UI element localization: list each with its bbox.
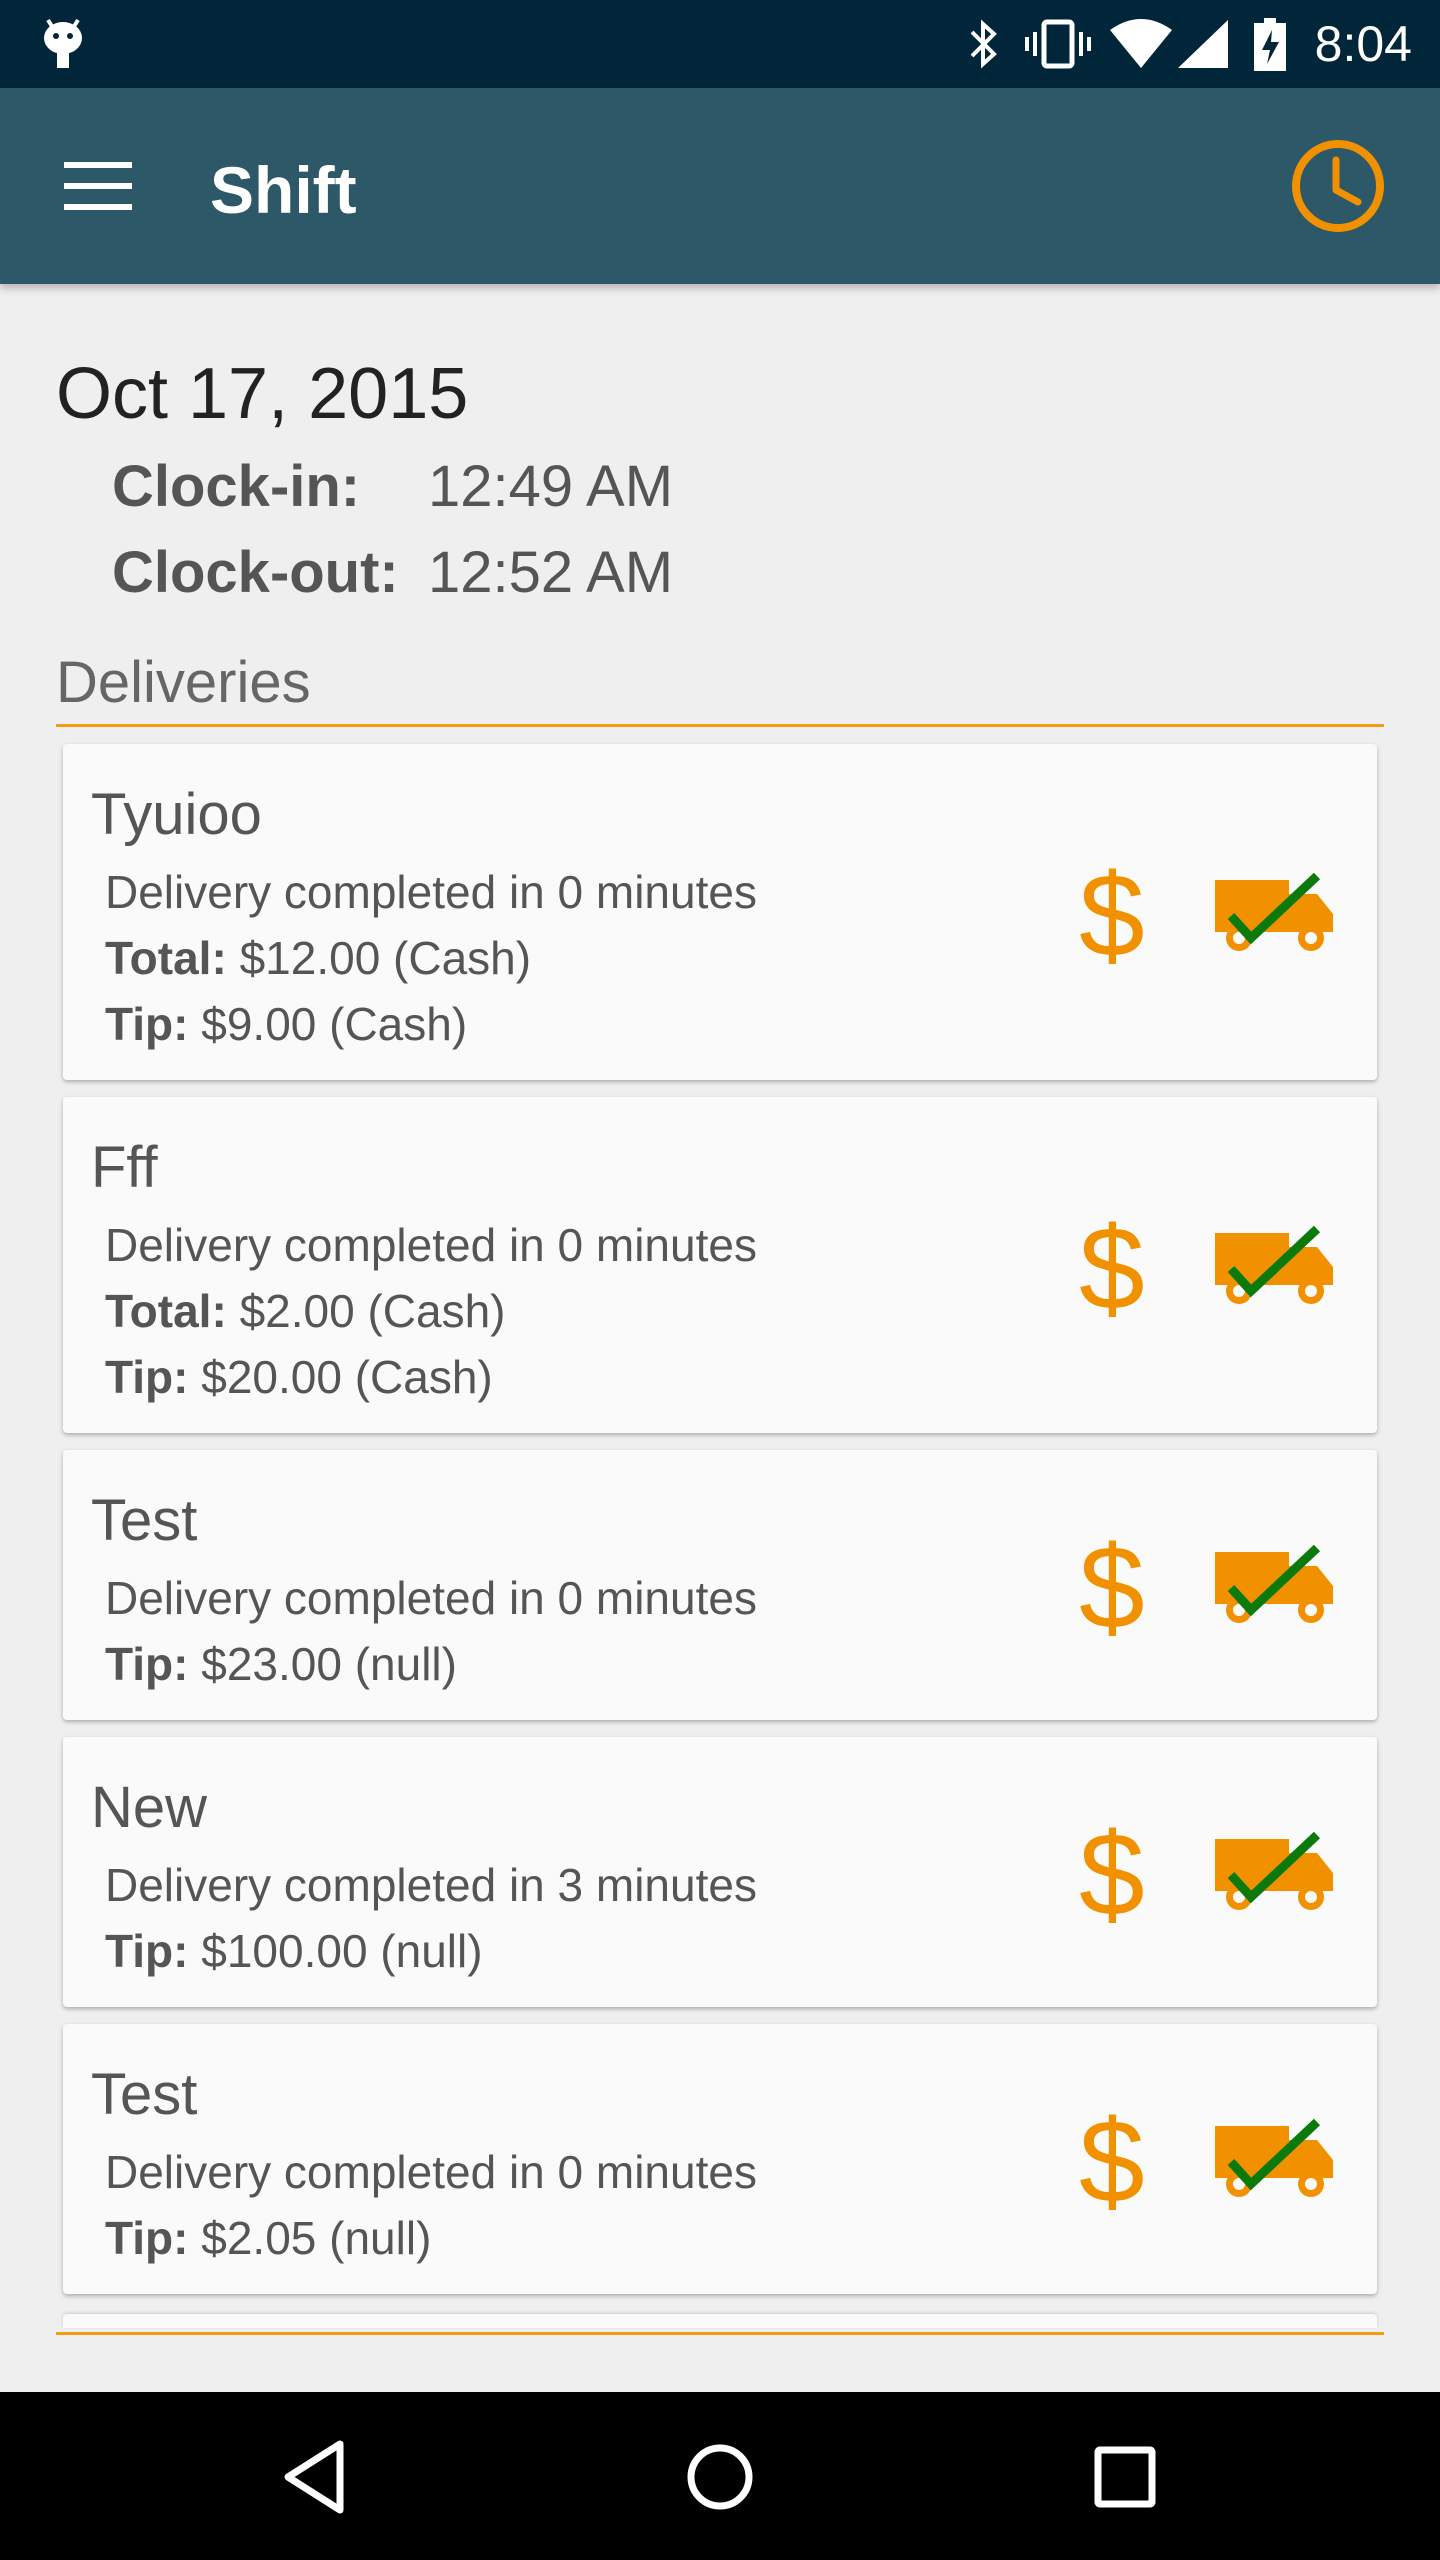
delivery-total: Total: $2.00 (Cash)	[105, 1283, 506, 1339]
delivery-tip: Tip: $2.05 (null)	[105, 2210, 431, 2266]
tip-value: $9.00 (Cash)	[201, 998, 468, 1050]
total-label: Total:	[105, 1285, 227, 1337]
clock-in-row: Clock-in: 12:49 AM	[112, 452, 673, 522]
delivery-duration: Delivery completed in 0 minutes	[105, 1572, 757, 1624]
delivery-name: Fff	[91, 1135, 158, 1200]
delivery-duration: Delivery completed in 0 minutes	[105, 2146, 757, 2198]
page-title: Shift	[210, 153, 357, 227]
truck-delivered-icon[interactable]	[1213, 1534, 1337, 1630]
deliveries-divider	[56, 724, 1384, 727]
deliveries-bottom-divider	[56, 2332, 1384, 2335]
app-bar: Shift	[0, 88, 1440, 284]
clock-out-value: 12:52 AM	[428, 540, 674, 605]
delivery-card[interactable]: Test Delivery completed in 0 minutes Tip…	[63, 1450, 1377, 1720]
clock-out-row: Clock-out: 12:52 AM	[112, 538, 673, 608]
total-value: $2.00 (Cash)	[239, 1285, 506, 1337]
android-icon	[44, 18, 82, 68]
navigation-bar	[0, 2392, 1440, 2560]
truck-delivered-icon[interactable]	[1213, 2108, 1337, 2204]
shift-content: Oct 17, 2015 Clock-in: 12:49 AM Clock-ou…	[0, 284, 1440, 2392]
vibrate-icon	[1025, 19, 1091, 69]
tip-value: $100.00 (null)	[201, 1925, 483, 1977]
home-icon[interactable]	[675, 2432, 765, 2522]
tip-value: $2.05 (null)	[201, 2212, 432, 2264]
status-bar: 8:04	[0, 0, 1440, 88]
deliveries-title: Deliveries	[56, 650, 311, 715]
delivery-duration: Delivery completed in 0 minutes	[105, 866, 757, 918]
total-value: $12.00 (Cash)	[239, 932, 532, 984]
truck-delivered-icon[interactable]	[1213, 1215, 1337, 1311]
delivery-name: Test	[91, 1488, 198, 1553]
delivery-duration: Delivery completed in 3 minutes	[105, 1859, 757, 1911]
delivery-name: Test	[91, 2062, 198, 2127]
delivery-name: New	[91, 1775, 208, 1840]
tip-label: Tip:	[105, 1351, 189, 1403]
shift-date: Oct 17, 2015	[56, 354, 469, 434]
delivery-name: Tyuioo	[91, 782, 262, 847]
clock-in-value: 12:49 AM	[428, 454, 674, 519]
clock-icon[interactable]	[1288, 136, 1388, 236]
battery-charging-icon	[1254, 18, 1286, 71]
recents-icon[interactable]	[1080, 2432, 1170, 2522]
dollar-icon[interactable]: $	[1079, 856, 1145, 976]
tip-label: Tip:	[105, 1638, 189, 1690]
clock-out-label: Clock-out:	[112, 540, 399, 605]
truck-delivered-icon[interactable]	[1213, 1821, 1337, 1917]
back-icon[interactable]	[270, 2432, 360, 2522]
signal-icon	[1178, 20, 1228, 68]
wifi-icon	[1110, 19, 1172, 68]
dollar-icon[interactable]: $	[1079, 1528, 1145, 1648]
clock-in-label: Clock-in:	[112, 454, 361, 519]
delivery-card[interactable]: New Delivery completed in 3 minutes Tip:…	[63, 1737, 1377, 2007]
tip-value: $23.00 (null)	[201, 1638, 457, 1690]
tip-label: Tip:	[105, 998, 189, 1050]
truck-delivered-icon[interactable]	[1213, 862, 1337, 958]
delivery-card[interactable]: Tyuioo Delivery completed in 0 minutes T…	[63, 744, 1377, 1080]
delivery-card[interactable]: Test Delivery completed in 0 minutes Tip…	[63, 2024, 1377, 2294]
delivery-tip: Tip: $20.00 (Cash)	[105, 1349, 493, 1405]
delivery-card-partial[interactable]	[63, 2314, 1377, 2328]
dollar-icon[interactable]: $	[1079, 1815, 1145, 1935]
delivery-tip: Tip: $23.00 (null)	[105, 1636, 457, 1692]
delivery-tip: Tip: $9.00 (Cash)	[105, 996, 467, 1052]
delivery-card[interactable]: Fff Delivery completed in 0 minutes Tota…	[63, 1097, 1377, 1433]
tip-label: Tip:	[105, 2212, 189, 2264]
tip-label: Tip:	[105, 1925, 189, 1977]
bluetooth-icon	[970, 19, 997, 69]
status-time: 8:04	[1314, 16, 1412, 72]
delivery-tip: Tip: $100.00 (null)	[105, 1923, 483, 1979]
dollar-icon[interactable]: $	[1079, 2102, 1145, 2222]
total-label: Total:	[105, 932, 227, 984]
dollar-icon[interactable]: $	[1079, 1209, 1145, 1329]
delivery-total: Total: $12.00 (Cash)	[105, 930, 531, 986]
hamburger-menu-icon[interactable]	[64, 160, 132, 212]
tip-value: $20.00 (Cash)	[201, 1351, 493, 1403]
delivery-duration: Delivery completed in 0 minutes	[105, 1219, 757, 1271]
